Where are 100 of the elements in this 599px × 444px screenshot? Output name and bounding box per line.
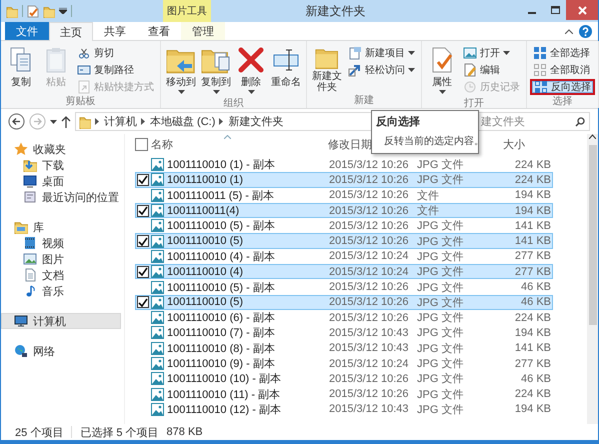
file-row[interactable]: 1001110010 (4) 2015/3/12 10:24 JPG 文件 277 KB xyxy=(135,264,553,280)
file-size: 224 KB xyxy=(514,158,551,171)
file-row[interactable]: 1001110010 (1) 2015/3/12 10:26 JPG 文件 224 KB xyxy=(135,172,553,188)
image-file-icon xyxy=(151,173,164,186)
folder-icon xyxy=(43,4,55,18)
file-name: 1001110010 (11) - 副本 xyxy=(167,388,282,402)
file-row[interactable]: 1001110010 (7) - 副本 2015/3/12 10:43 JPG 文件 194 KB xyxy=(135,325,553,341)
file-type: JPG 文件 xyxy=(417,158,464,172)
column-header[interactable]: 大小 xyxy=(503,137,525,152)
check-icon xyxy=(136,266,148,278)
selection-size: 878 KB xyxy=(166,426,203,438)
nav-item[interactable]: 音乐 xyxy=(1,283,121,299)
copy-to-button[interactable]: 复制到 xyxy=(199,44,233,97)
ribbon-tab[interactable]: 查看 xyxy=(137,22,181,40)
file-date: 2015/3/12 10:26 xyxy=(329,174,410,186)
file-date: 2015/3/12 10:24 xyxy=(329,266,410,278)
back-button[interactable] xyxy=(8,113,25,130)
file-row[interactable]: 1001110010 (5) 2015/3/12 10:26 JPG 文件 46 KB xyxy=(135,294,553,310)
library-icon xyxy=(14,220,28,234)
nav-item[interactable]: 视频 xyxy=(1,235,121,251)
file-row[interactable]: 1001110010 (6) - 副本 2015/3/12 10:26 JPG 文件 224 KB xyxy=(135,310,553,326)
nav-item[interactable]: 最近访问的位置 xyxy=(1,189,121,205)
path-segment[interactable]: 新建文件夹 xyxy=(228,114,284,129)
new-item-button[interactable]: 新建项目 xyxy=(345,45,418,61)
file-type: JPG 文件 xyxy=(417,218,464,234)
nav-item[interactable]: 库 xyxy=(1,219,121,235)
checkbox[interactable] xyxy=(136,204,148,217)
edit-button[interactable]: 编辑 xyxy=(460,62,523,78)
nav-item[interactable]: 下载 xyxy=(1,157,121,173)
file-row[interactable]: 1001110010 (11) - 副本 2015/3/12 10:26 JPG 文件 224 KB xyxy=(135,386,553,402)
grid-icon xyxy=(533,46,547,60)
image-file-icon xyxy=(151,311,164,324)
nav-item[interactable]: 文档 xyxy=(1,267,121,283)
delete-button[interactable]: 删除 xyxy=(234,44,268,97)
selection-count: 已选择 5 个项目 xyxy=(80,426,159,440)
download-folder-icon xyxy=(23,158,37,172)
file-name: 1001110010 (1) - 副本 xyxy=(167,158,276,172)
delete-icon xyxy=(236,45,266,75)
cut-button[interactable]: 剪切 xyxy=(74,45,157,61)
invert-selection-button[interactable]: 反向选择 xyxy=(530,79,595,95)
move-to-button[interactable]: 移动到 xyxy=(164,44,198,97)
ribbon-group-label: 选择 xyxy=(552,95,574,108)
copy-button[interactable]: 复制 xyxy=(4,44,38,95)
select-all-checkbox[interactable] xyxy=(135,138,148,151)
nav-item[interactable]: 图片 xyxy=(1,251,121,267)
checkbox[interactable] xyxy=(136,174,148,186)
up-button[interactable] xyxy=(61,116,71,128)
image-file-icon xyxy=(151,357,164,370)
rename-button[interactable]: 重命名 xyxy=(269,44,303,97)
file-row[interactable]: 1001110010 (1) - 副本 2015/3/12 10:26 JPG 文件 224 KB xyxy=(135,157,553,172)
file-name: 1001110010 (5) - 副本 xyxy=(167,280,276,295)
easy-access-button[interactable]: 轻松访问 xyxy=(345,62,418,78)
file-date: 2015/3/12 10:26 xyxy=(329,312,410,324)
file-row[interactable]: 1001110010 (5) - 副本 2015/3/12 10:26 JPG 文件 46 KB xyxy=(135,279,553,295)
nav-item[interactable]: 计算机 xyxy=(1,313,121,329)
properties-button[interactable]: 属性 xyxy=(425,44,459,97)
file-row[interactable]: 1001110011 (5) - 副本 2015/3/12 10:26 文件 194 KB xyxy=(135,188,553,203)
file-row[interactable]: 1001110010 (4) - 副本 2015/3/12 10:24 JPG 文件 277 KB xyxy=(135,248,553,264)
check-icon xyxy=(136,174,148,186)
file-row[interactable]: 1001110010 (5) - 副本 2015/3/12 10:26 JPG 文件 141 KB xyxy=(135,218,553,234)
file-row[interactable]: 1001110010 (12) - 副本 2015/3/12 10:43 JPG 文件 194 KB xyxy=(135,402,553,418)
close-button[interactable] xyxy=(566,0,598,20)
path-segment[interactable]: 本地磁盘 (C:) xyxy=(150,114,216,129)
clock-icon xyxy=(463,80,477,94)
ribbon-tab[interactable]: 管理 xyxy=(181,22,225,40)
nav-item[interactable]: 桌面 xyxy=(1,173,121,189)
desktop-icon xyxy=(23,174,37,188)
ribbon-tab[interactable]: 文件 xyxy=(5,22,49,40)
search-icon xyxy=(575,116,585,126)
file-row[interactable]: 1001110010 (9) - 副本 2015/3/12 10:24 JPG 文件 277 KB xyxy=(135,356,553,372)
column-header[interactable]: 名称 xyxy=(148,137,328,152)
file-row[interactable]: 1001110010 (10) - 副本 2015/3/12 10:26 JPG 文件 46 KB xyxy=(135,371,553,386)
file-date: 2015/3/12 10:26 xyxy=(329,189,410,202)
select-all-button[interactable]: 全部选择 xyxy=(530,45,595,61)
recent-places-icon xyxy=(23,190,37,204)
nav-item[interactable]: 收藏夹 xyxy=(1,141,121,157)
star-icon xyxy=(14,142,28,156)
path-segment[interactable]: 计算机 xyxy=(104,114,137,129)
open-button[interactable]: 打开 xyxy=(460,45,523,61)
new-folder-button[interactable]: 新建文件夹 xyxy=(310,44,344,94)
ribbon-group-label: 打开 xyxy=(463,97,485,110)
select-none-button[interactable]: 全部取消 xyxy=(530,62,595,78)
file-row[interactable]: 1001110010 (5) 2015/3/12 10:26 JPG 文件 141 KB xyxy=(135,233,553,249)
context-tab-group: 图片工具 xyxy=(163,0,211,22)
ribbon-tab[interactable]: 共享 xyxy=(93,22,137,40)
checkbox[interactable] xyxy=(136,266,148,278)
recent-locations-button[interactable] xyxy=(50,120,57,124)
caret-icon xyxy=(212,90,220,94)
checkbox[interactable] xyxy=(136,296,148,308)
file-size: 194 KB xyxy=(514,204,551,217)
network-icon xyxy=(14,344,28,358)
ribbon-tab[interactable]: 主页 xyxy=(49,22,93,41)
file-row[interactable]: 1001110010 (8) - 副本 2015/3/12 10:43 JPG 文件 141 KB xyxy=(135,340,553,356)
image-file-icon xyxy=(151,250,164,263)
checkbox[interactable] xyxy=(136,235,148,248)
nav-item[interactable]: 网络 xyxy=(1,343,121,359)
caret-icon xyxy=(408,68,415,72)
file-row[interactable]: 1001110011(4) 2015/3/12 10:26 文件 194 KB xyxy=(135,202,553,218)
copy-path-button[interactable]: 复制路径 xyxy=(74,62,157,78)
scrollbar[interactable] xyxy=(587,134,598,424)
